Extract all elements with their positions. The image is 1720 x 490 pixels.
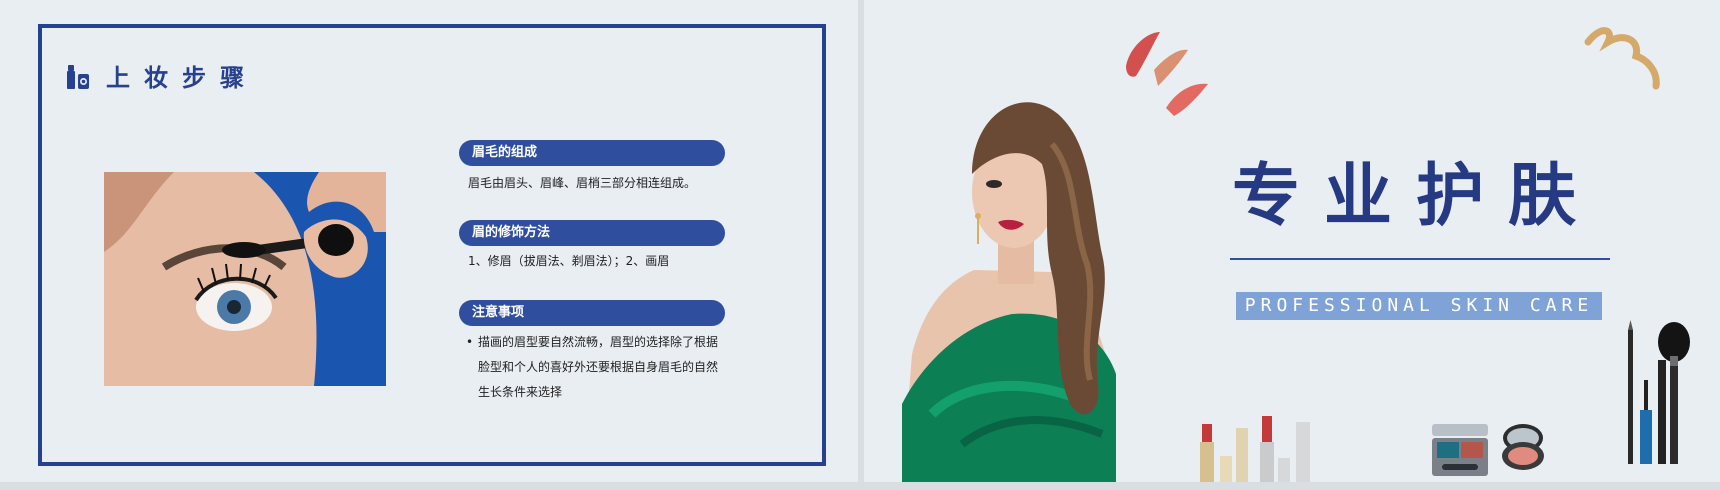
notes-line: 脸型和个人的喜好外还要根据自身眉毛的自然 xyxy=(478,360,719,374)
makeup-tools-icon xyxy=(67,64,89,89)
notes-line: 生长条件来选择 xyxy=(478,385,563,399)
section-heading-eyebrow-methods: 眉的修饰方法 xyxy=(459,220,725,246)
title-row: 上妆步骤 xyxy=(66,58,258,93)
page-title: 上妆步骤 xyxy=(106,64,258,92)
eyeshadow-palette-icon xyxy=(1432,424,1488,476)
subtitle-banner: PROFESSIONAL SKIN CARE xyxy=(1236,292,1602,320)
compact-mirror-icon xyxy=(1502,424,1544,470)
lipstick-swatch-icon xyxy=(1126,32,1208,116)
slide-right[interactable]: 专业护肤 PROFESSIONAL SKIN CARE xyxy=(864,0,1720,482)
lipstick-set-icon xyxy=(1200,416,1310,482)
notes-bullet: • 描画的眉型要自然流畅，眉型的选择除了根据 脸型和个人的喜好外还要根据自身眉毛… xyxy=(466,330,746,405)
section-text-eyebrow-methods: 1、修眉（拔眉法、剃眉法）；2、画眉 xyxy=(468,254,670,268)
notes-line: 描画的眉型要自然流畅，眉型的选择除了根据 xyxy=(478,335,719,349)
main-title: 专业护肤 xyxy=(1232,157,1601,236)
brush-set-icon xyxy=(1628,320,1690,464)
slide-left[interactable]: 上妆步骤 眉毛的组成 眉毛由眉头、眉峰、眉梢三部分相连组成。 眉的修饰方法 1、… xyxy=(0,0,858,482)
title-divider xyxy=(1230,258,1610,260)
model-photo xyxy=(902,102,1116,482)
section-text-eyebrow-composition: 眉毛由眉头、眉峰、眉梢三部分相连组成。 xyxy=(468,176,697,190)
notes-text: 描画的眉型要自然流畅，眉型的选择除了根据 脸型和个人的喜好外还要根据自身眉毛的自… xyxy=(478,330,718,405)
section-heading-notes: 注意事项 xyxy=(459,300,725,326)
section-heading-eyebrow-composition: 眉毛的组成 xyxy=(459,140,725,166)
bullet-dot: • xyxy=(466,335,474,349)
eyebrow-makeup-photo xyxy=(104,172,386,386)
ribbon-icon xyxy=(1584,27,1660,90)
